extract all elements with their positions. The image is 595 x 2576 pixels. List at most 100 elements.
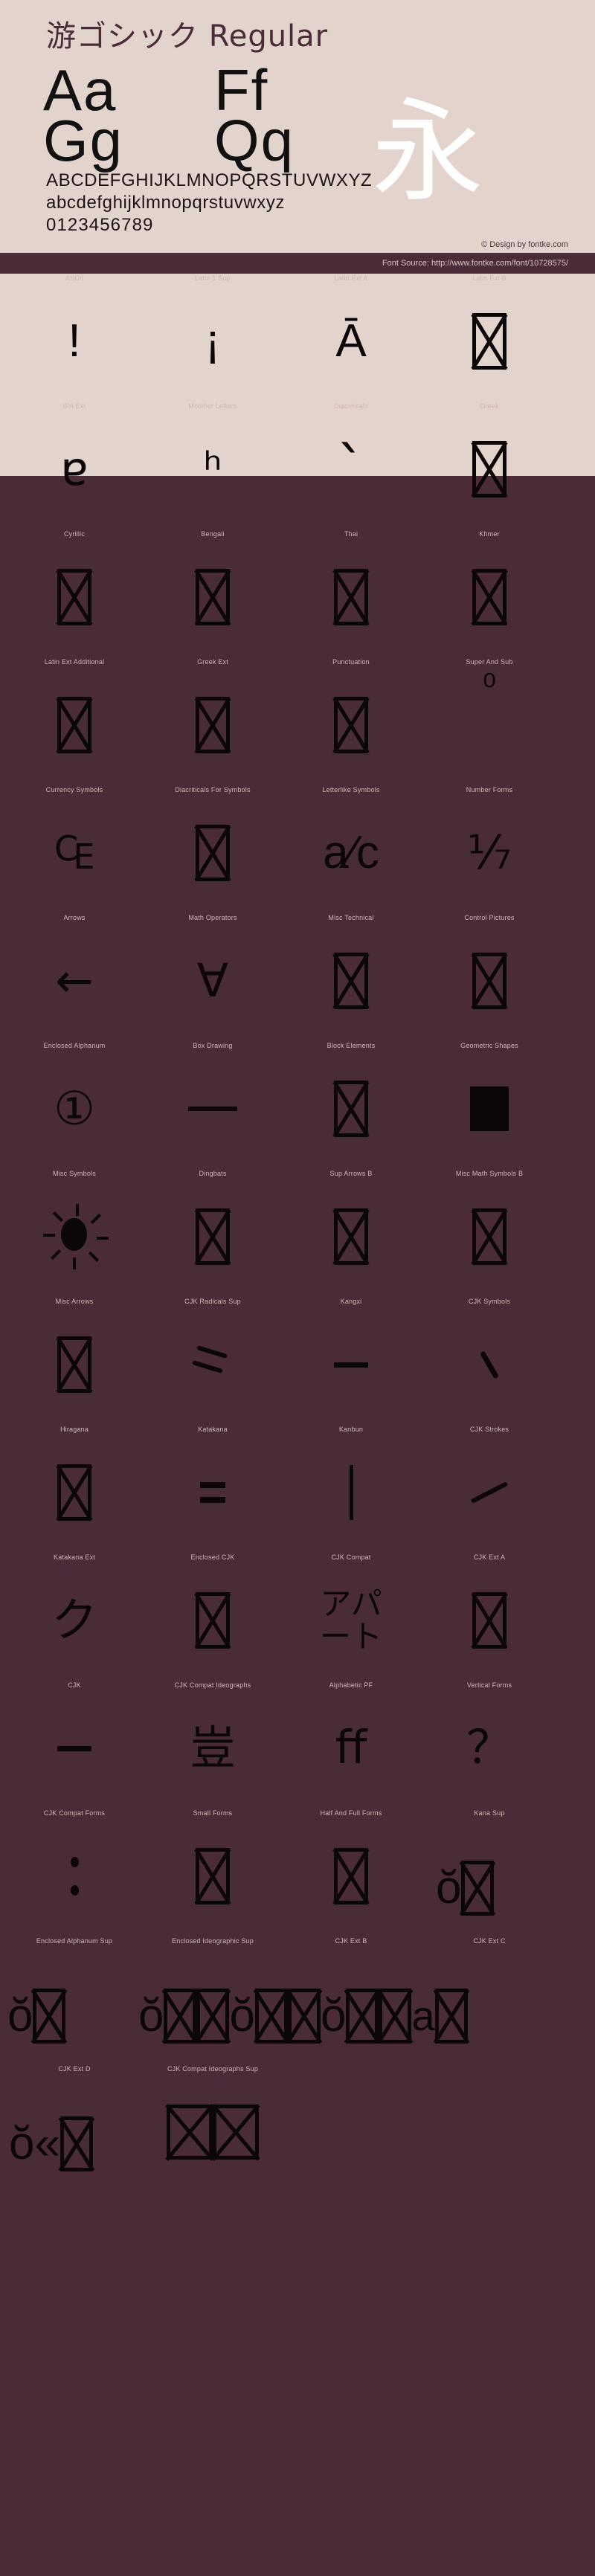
unicode-block-label: Math Operators — [188, 914, 237, 921]
unicode-block-cell[interactable]: CJK Compat Ideographs 豈 — [138, 1681, 287, 1809]
unicode-block-cell[interactable]: Enclosed Alphanum Sup ŏ — [0, 1936, 149, 2064]
unicode-block-cell[interactable]: Cyrillic — [0, 529, 149, 657]
missing-glyph-run — [60, 2116, 93, 2171]
block-sample-glyph: ¡ — [205, 315, 221, 367]
unicode-block-cell[interactable]: Misc Arrows — [0, 1297, 149, 1425]
unicode-block-cell[interactable]: Greek — [415, 402, 564, 529]
missing-glyph-box — [213, 2105, 259, 2160]
unicode-block-cell[interactable]: Control Pictures — [415, 913, 564, 1041]
unicode-block-cell[interactable]: Vertical Forms ？ — [415, 1681, 564, 1809]
unicode-block-cell[interactable]: Geometric Shapes — [415, 1041, 564, 1169]
unicode-block-label: Diacriticals — [334, 402, 368, 410]
unicode-block-cell[interactable]: Bengali — [138, 529, 287, 657]
unicode-block-cell[interactable]: Dingbats — [138, 1169, 287, 1297]
unicode-block-cell[interactable]: Latin Ext B — [415, 274, 564, 402]
unicode-block-cell[interactable]: Greek Ext — [138, 657, 287, 785]
unicode-block-label: Latin Ext Additional — [44, 658, 105, 666]
unicode-block-cell[interactable]: Small Forms — [138, 1809, 287, 1936]
unicode-block-label: Kana Sup — [474, 1809, 505, 1817]
unicode-block-cell[interactable]: Latin 1 Sup ¡ — [138, 274, 287, 402]
unicode-block-label: CJK Symbols — [468, 1298, 511, 1305]
unicode-block-label: Bengali — [201, 530, 225, 538]
unicode-block-cell[interactable]: Box Drawing — [138, 1041, 287, 1169]
block-grid-row: IPA Ext ɐ Modifier Letters ʰ Diacriticals ˋ Gr… — [0, 402, 595, 529]
block-sample-glyph: ⁰ — [482, 667, 497, 706]
sample-glyph-qq: Qq — [214, 108, 295, 173]
unicode-block-cell[interactable]: Katakana Ext ク — [0, 1553, 149, 1681]
unicode-block-cell[interactable]: Misc Symbols — [0, 1169, 149, 1297]
unicode-block-cell[interactable]: CJK Radicals Sup — [138, 1297, 287, 1425]
unicode-block-cell[interactable]: Kana Sup ŏ — [415, 1809, 564, 1936]
double-hyphen-glyph — [200, 1482, 225, 1503]
block-grid-row: Currency Symbols ₠ Diacriticals For Symbol… — [0, 785, 595, 913]
unicode-block-cell[interactable]: Punctuation — [277, 657, 425, 785]
unicode-block-label: Number Forms — [466, 786, 513, 793]
unicode-block-cell[interactable]: Block Elements — [277, 1041, 425, 1169]
unicode-block-label: CJK Compat Ideographs Sup — [167, 2065, 259, 2073]
unicode-block-cell[interactable]: Modifier Letters ʰ — [138, 402, 287, 529]
unicode-block-cell[interactable]: Letterlike Symbols a⁄c — [277, 785, 425, 913]
unicode-block-cell[interactable]: CJK Compat Ideographs Sup — [138, 2064, 287, 2192]
block-glyph-area — [415, 1309, 564, 1420]
unicode-block-cell[interactable]: Enclosed Alphanum ① — [0, 1041, 149, 1169]
unicode-block-cell[interactable]: CJK Ext C — [415, 1936, 564, 2064]
unicode-block-cell[interactable]: CJK Strokes — [415, 1425, 564, 1553]
unicode-block-cell[interactable]: Misc Math Symbols B — [415, 1169, 564, 1297]
block-glyph-area — [415, 413, 564, 525]
block-glyph-area — [138, 1309, 287, 1420]
unicode-block-cell[interactable]: Enclosed CJK — [138, 1553, 287, 1681]
unicode-block-cell[interactable]: ASCII! — [0, 274, 149, 402]
vertical-colon-glyph — [70, 1857, 79, 1896]
unicode-block-cell[interactable]: Thai — [277, 529, 425, 657]
unicode-block-cell[interactable]: Currency Symbols ₠ — [0, 785, 149, 913]
missing-glyph-box — [472, 1208, 506, 1265]
unicode-block-cell[interactable]: Enclosed Ideographic Sup ŏ ŏ ŏ a — [138, 1936, 468, 2064]
missing-glyph-box — [57, 569, 91, 625]
unicode-block-cell[interactable]: Half And Full Forms — [277, 1809, 425, 1936]
unicode-block-cell[interactable]: IPA Ext ɐ — [0, 402, 149, 529]
block-sample-glyph: ク — [51, 1593, 97, 1647]
unicode-block-label: CJK Strokes — [469, 1426, 509, 1433]
unicode-block-cell[interactable]: CJK — [0, 1681, 149, 1809]
unicode-block-cell[interactable]: CJK Ext D ŏ« — [0, 2064, 149, 2192]
unicode-block-cell[interactable]: Arrows ← — [0, 913, 149, 1041]
unicode-block-cell[interactable]: Kanbun — [277, 1425, 425, 1553]
unicode-block-cell[interactable]: Alphabetic PF ﬀ — [277, 1681, 425, 1809]
unicode-block-cell[interactable]: Diacriticals For Symbols — [138, 785, 287, 913]
unicode-block-label: Katakana Ext — [54, 1553, 95, 1561]
unicode-block-label: Alphabetic PF — [329, 1681, 373, 1689]
unicode-block-cell[interactable]: Math Operators ∀ — [138, 913, 287, 1041]
block-grid-row: Enclosed Alphanum Sup ŏ Enclosed Ideograph… — [0, 1936, 595, 2064]
unicode-block-label: ASCII — [65, 274, 84, 282]
unicode-block-cell[interactable]: CJK Ext B — [277, 1936, 425, 2064]
unicode-block-cell[interactable]: Super And Sub ⁰ — [415, 657, 564, 785]
unicode-block-cell[interactable]: Khmer — [415, 529, 564, 657]
unicode-block-label: CJK Ext B — [335, 1937, 367, 1945]
unicode-block-cell[interactable]: Misc Technical — [277, 913, 425, 1041]
font-source-link[interactable]: Font Source: http://www.fontke.com/font/… — [382, 257, 568, 269]
unicode-block-cell[interactable]: CJK Compat Forms — [0, 1809, 149, 1936]
diagonal-stroke-glyph — [470, 1481, 509, 1504]
unicode-block-cell[interactable]: Katakana — [138, 1425, 287, 1553]
unicode-block-cell[interactable]: CJK Compat アパート — [277, 1553, 425, 1681]
unicode-block-cell[interactable]: CJK Symbols — [415, 1297, 564, 1425]
block-glyph-area — [415, 1053, 564, 1165]
missing-glyph-box — [472, 441, 506, 498]
unicode-block-cell[interactable]: Latin Ext A Ā — [277, 274, 425, 402]
block-sample-glyph: 豈 — [189, 1721, 236, 1775]
unicode-block-label: Khmer — [479, 530, 500, 538]
missing-glyph-box — [472, 1592, 506, 1649]
unicode-block-label: Cyrillic — [63, 530, 86, 538]
unicode-block-cell[interactable]: Diacriticals ˋ — [277, 402, 425, 529]
unicode-block-cell[interactable]: Number Forms ⅐ — [415, 785, 564, 913]
unicode-block-label: Misc Symbols — [53, 1170, 96, 1177]
unicode-block-cell[interactable]: Hiragana — [0, 1425, 149, 1553]
missing-glyph-box — [334, 1848, 368, 1904]
missing-glyph-box — [472, 313, 506, 370]
unicode-block-cell[interactable]: Kangxi — [277, 1297, 425, 1425]
missing-glyph-run — [167, 2105, 259, 2160]
block-sample-glyph: ɐ — [60, 442, 89, 496]
unicode-block-cell[interactable]: Sup Arrows B — [277, 1169, 425, 1297]
unicode-block-cell[interactable]: CJK Ext A — [415, 1553, 564, 1681]
unicode-block-cell[interactable]: Latin Ext Additional — [0, 657, 149, 785]
